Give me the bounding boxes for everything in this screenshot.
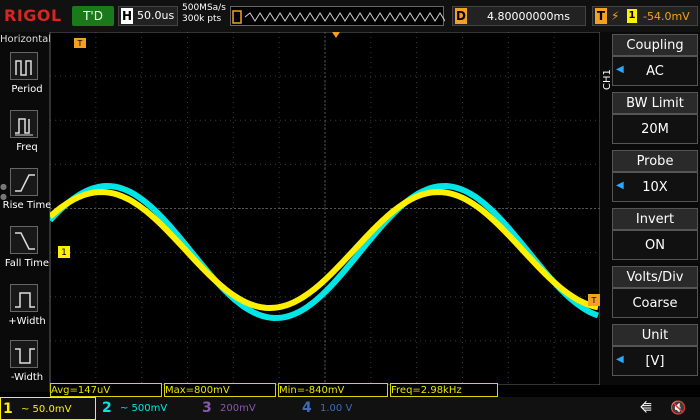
measurement-row: Avg=147uV Max=800mV Min=-840mV Freq=2.98… [50, 383, 600, 397]
menu-fall-time[interactable]: Fall Time [0, 224, 54, 280]
unit-header: Unit [612, 324, 698, 346]
probe-menu[interactable]: Probe 10X ◀ [612, 150, 698, 206]
svg-text:T: T [77, 39, 83, 48]
period-icon [10, 52, 38, 80]
trigger-label: T [595, 8, 607, 24]
bw-limit-header: BW Limit [612, 92, 698, 114]
invert-header: Invert [612, 208, 698, 230]
coupling-value: AC [612, 56, 698, 86]
waveform-display[interactable]: 1 T T [50, 32, 600, 385]
channel-bar: 1 ~ 50.0mV 2 ~ 500mV 3 200mV 4 1.00 V ⭅ … [0, 397, 700, 420]
unit-value: [V] [612, 346, 698, 376]
coupling-select-arrow-icon: ◀ [616, 64, 624, 75]
memory-overview-strip[interactable] [230, 6, 445, 26]
trigger-level: -54.0mV [643, 10, 690, 23]
menu-freq[interactable]: Freq [0, 108, 54, 164]
channel-3-button[interactable]: 3 200mV [200, 397, 296, 420]
trigger-position-marker[interactable] [332, 32, 340, 38]
speaker-mute-icon[interactable]: 🔇 [670, 397, 686, 420]
channel-1-button[interactable]: 1 ~ 50.0mV [0, 397, 96, 420]
graticule [50, 32, 600, 385]
delay-label: D [455, 8, 467, 24]
freq-icon [10, 110, 38, 138]
probe-header: Probe [612, 150, 698, 172]
trigger-source: 1 [627, 9, 637, 23]
volts-div-menu[interactable]: Volts/Div Coarse [612, 266, 698, 322]
sample-rate: 500MSa/s [182, 3, 226, 13]
left-menu-title: Horizontal [0, 34, 52, 45]
channel-4-number: 4 [302, 400, 312, 416]
channel-2-scale: ~ 500mV [120, 403, 168, 414]
ch2-waveform [50, 183, 600, 321]
measure-min[interactable]: Min=-840mV [278, 383, 388, 397]
probe-select-arrow-icon: ◀ [616, 180, 624, 191]
menu-period[interactable]: Period [0, 50, 54, 106]
invert-value: ON [612, 230, 698, 260]
trigger-level-marker-right[interactable]: T [588, 294, 600, 306]
timebase-readout[interactable]: H 50.0us [118, 6, 178, 26]
menu-neg-width[interactable]: -Width [0, 338, 54, 394]
run-state-badge[interactable]: T'D [72, 6, 114, 26]
channel-1-scale: ~ 50.0mV [21, 404, 72, 415]
channel-4-scale: 1.00 V [320, 403, 353, 414]
rise-time-icon [10, 168, 38, 196]
channel-2-number: 2 [102, 400, 112, 416]
delay-value: 4.80000000ms [487, 10, 570, 23]
channel-3-number: 3 [202, 400, 212, 416]
menu-period-label: Period [11, 84, 43, 95]
channel-4-button[interactable]: 4 1.00 V [300, 397, 396, 420]
neg-width-icon [10, 340, 38, 368]
menu-pos-width[interactable]: +Width [0, 282, 54, 338]
measure-max[interactable]: Max=800mV [164, 383, 276, 397]
sample-info: 500MSa/s 300k pts [182, 3, 226, 25]
timebase-label: H [121, 8, 133, 24]
channel-2-button[interactable]: 2 ~ 500mV [100, 397, 196, 420]
volts-div-value: Coarse [612, 288, 698, 318]
coupling-menu[interactable]: Coupling AC ◀ [612, 34, 698, 90]
memory-depth: 300k pts [182, 14, 222, 24]
measure-avg[interactable]: Avg=147uV [50, 383, 162, 397]
unit-menu[interactable]: Unit [V] ◀ [612, 324, 698, 380]
coupling-header: Coupling [612, 34, 698, 56]
usb-icon: ⭅ [640, 401, 652, 416]
fall-time-icon [10, 226, 38, 254]
trigger-edge-icon: ⚡ [611, 9, 620, 23]
svg-text:1: 1 [61, 248, 67, 258]
pos-width-icon [10, 284, 38, 312]
ch1-ground-marker[interactable]: 1 [58, 246, 70, 258]
invert-menu[interactable]: Invert ON [612, 208, 698, 264]
menu-rise-time-label: Rise Time [2, 200, 52, 211]
timebase-value: 50.0us [137, 9, 175, 22]
measure-freq[interactable]: Freq=2.98kHz [390, 383, 498, 397]
delay-readout[interactable]: D 4.80000000ms [452, 6, 586, 26]
menu-neg-width-label: -Width [10, 372, 44, 383]
bw-limit-menu[interactable]: BW Limit 20M [612, 92, 698, 148]
unit-select-arrow-icon: ◀ [616, 354, 624, 365]
channel-3-scale: 200mV [220, 403, 256, 414]
menu-fall-time-label: Fall Time [4, 258, 50, 269]
trigger-level-marker-left[interactable]: T [74, 38, 86, 48]
top-status-bar: RIGOL T'D H 50.0us 500MSa/s 300k pts D 4… [0, 0, 700, 32]
menu-pos-width-label: +Width [8, 316, 46, 327]
menu-rise-time[interactable]: Rise Time [0, 166, 54, 222]
rigol-logo: RIGOL [4, 6, 62, 25]
svg-text:T: T [591, 296, 597, 305]
bw-limit-value: 20M [612, 114, 698, 144]
menu-freq-label: Freq [16, 142, 38, 153]
left-measure-menu: Horizontal ● ● Period Freq Rise Time Fall… [0, 32, 52, 392]
trigger-readout[interactable]: T ⚡ 1 -54.0mV [592, 6, 698, 26]
volts-div-header: Volts/Div [612, 266, 698, 288]
probe-value: 10X [612, 172, 698, 202]
channel-1-number: 1 [3, 401, 13, 417]
